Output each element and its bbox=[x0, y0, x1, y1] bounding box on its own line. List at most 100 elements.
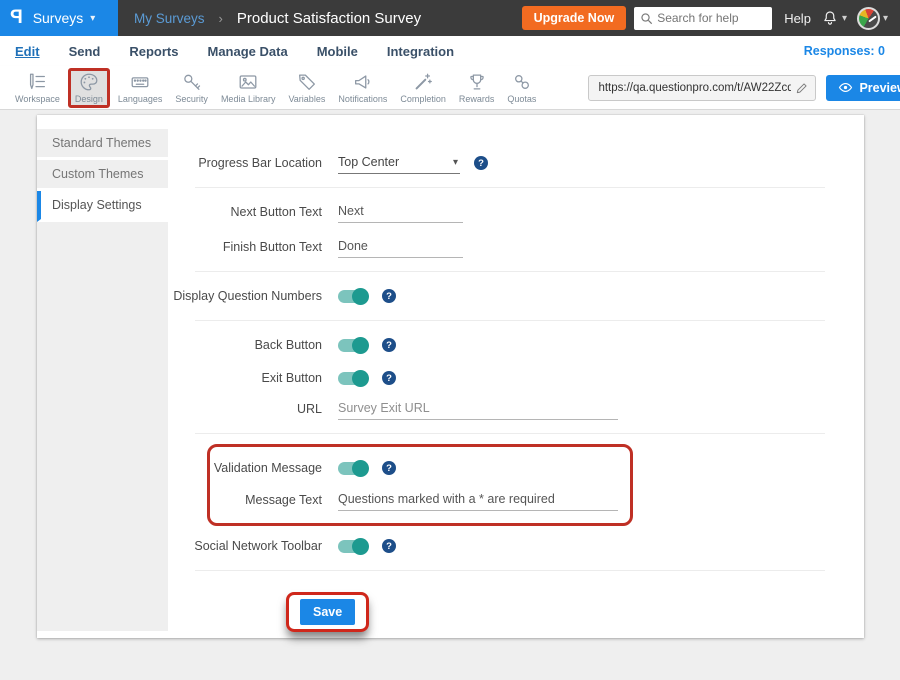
rewards-trophy-icon bbox=[466, 71, 488, 93]
toolbar-item-label: Completion bbox=[400, 94, 446, 104]
avatar bbox=[857, 7, 880, 30]
exit-url-input[interactable] bbox=[338, 398, 618, 420]
progress-bar-location-row: Progress Bar Location Top Center ▾ ? bbox=[168, 149, 844, 177]
eye-icon bbox=[838, 80, 853, 95]
toolbar-item-label: Rewards bbox=[459, 94, 495, 104]
finish-button-text-input[interactable] bbox=[338, 236, 463, 258]
toolbar-item-completion[interactable]: Completion bbox=[395, 69, 451, 106]
completion-wand-icon bbox=[412, 71, 434, 93]
toolbar-item-media-library[interactable]: Media Library bbox=[216, 69, 281, 106]
account-menu[interactable]: ▾ bbox=[857, 7, 888, 30]
help-search-input[interactable] bbox=[657, 11, 765, 25]
chevron-down-icon: ▾ bbox=[453, 157, 458, 168]
security-key-icon bbox=[181, 71, 203, 93]
help-icon[interactable]: ? bbox=[382, 539, 396, 553]
topbar-actions: Upgrade Now Help ▾ ▾ bbox=[522, 6, 900, 30]
next-button-text-input[interactable] bbox=[338, 201, 463, 223]
toolbar-item-notifications[interactable]: Notifications bbox=[333, 69, 392, 106]
toggle-knob bbox=[352, 337, 369, 354]
toolbar-item-quotas[interactable]: Quotas bbox=[502, 69, 541, 106]
help-search[interactable] bbox=[634, 7, 772, 30]
exit-button-label: Exit Button bbox=[168, 371, 322, 385]
validation-message-toggle[interactable] bbox=[338, 462, 368, 475]
chevron-down-icon: ▾ bbox=[883, 13, 888, 24]
finish-button-text-row: Finish Button Text bbox=[168, 233, 844, 261]
exit-url-row: URL bbox=[168, 395, 844, 423]
workspace-icon bbox=[26, 71, 48, 93]
toolbar-item-label: Media Library bbox=[221, 94, 276, 104]
next-button-text-label: Next Button Text bbox=[168, 205, 322, 219]
sidebar-item-custom-themes[interactable]: Custom Themes bbox=[37, 160, 168, 191]
chevron-down-icon: ▾ bbox=[842, 13, 847, 24]
sidebar-item-display-settings[interactable]: Display Settings bbox=[37, 191, 168, 222]
validation-annotation-box: Validation Message ? Message Text bbox=[207, 444, 633, 526]
social-network-toolbar-label: Social Network Toolbar bbox=[168, 539, 322, 553]
toolbar-item-label: Design bbox=[75, 94, 103, 104]
help-link[interactable]: Help bbox=[784, 11, 811, 26]
tab-integration[interactable]: Integration bbox=[387, 44, 454, 59]
search-icon bbox=[640, 12, 653, 25]
help-icon[interactable]: ? bbox=[382, 338, 396, 352]
sidebar-filler bbox=[37, 222, 168, 631]
survey-url-field[interactable]: https://qa.questionpro.com/t/AW22Zcq2J bbox=[588, 75, 816, 101]
preview-label: Preview bbox=[859, 81, 900, 95]
display-question-numbers-row: Display Question Numbers ? bbox=[168, 282, 844, 310]
edit-url-button[interactable] bbox=[795, 81, 809, 95]
survey-url-text: https://qa.questionpro.com/t/AW22Zcq2J bbox=[598, 82, 791, 94]
bell-icon bbox=[821, 9, 839, 27]
help-icon[interactable]: ? bbox=[474, 156, 488, 170]
toolbar-item-variables[interactable]: Variables bbox=[283, 69, 330, 106]
divider bbox=[195, 433, 825, 434]
chevron-down-icon: ▾ bbox=[90, 13, 95, 24]
tab-manage-data[interactable]: Manage Data bbox=[207, 44, 287, 59]
toolbar-item-design[interactable]: Design bbox=[68, 68, 110, 108]
validation-message-label: Validation Message bbox=[210, 461, 322, 475]
toolbar-item-rewards[interactable]: Rewards bbox=[454, 69, 500, 106]
save-annotation-box: Save bbox=[286, 592, 369, 632]
toolbar-item-label: Variables bbox=[288, 94, 325, 104]
help-icon[interactable]: ? bbox=[382, 371, 396, 385]
message-text-input[interactable] bbox=[338, 489, 618, 511]
upgrade-now-button[interactable]: Upgrade Now bbox=[522, 6, 627, 30]
variables-tag-icon bbox=[296, 71, 318, 93]
page-background: Standard Themes Custom Themes Display Se… bbox=[0, 110, 900, 679]
back-button-toggle[interactable] bbox=[338, 339, 368, 352]
exit-button-toggle[interactable] bbox=[338, 372, 368, 385]
display-settings-form: Progress Bar Location Top Center ▾ ? Nex… bbox=[168, 115, 864, 638]
toolbar-item-security[interactable]: Security bbox=[170, 69, 213, 106]
divider bbox=[195, 187, 825, 188]
toolbar-item-label: Quotas bbox=[507, 94, 536, 104]
toolbar-item-workspace[interactable]: Workspace bbox=[10, 69, 65, 106]
sidebar-item-standard-themes[interactable]: Standard Themes bbox=[37, 129, 168, 160]
tab-mobile[interactable]: Mobile bbox=[317, 44, 358, 59]
media-library-image-icon bbox=[237, 71, 259, 93]
notifications-menu[interactable]: ▾ bbox=[821, 9, 847, 27]
breadcrumb-my-surveys[interactable]: My Surveys bbox=[134, 11, 205, 26]
message-text-row: Message Text bbox=[210, 486, 630, 514]
themes-sidebar: Standard Themes Custom Themes Display Se… bbox=[37, 115, 168, 638]
page-title: Product Satisfaction Survey bbox=[237, 10, 421, 27]
responses-count[interactable]: Responses: 0 bbox=[804, 44, 885, 58]
toolbar-item-label: Notifications bbox=[338, 94, 387, 104]
tab-edit[interactable]: Edit bbox=[15, 44, 40, 59]
save-button[interactable]: Save bbox=[300, 599, 355, 625]
tab-reports[interactable]: Reports bbox=[129, 44, 178, 59]
tab-send[interactable]: Send bbox=[69, 44, 101, 59]
quotas-links-icon bbox=[511, 71, 533, 93]
exit-url-label: URL bbox=[168, 402, 322, 416]
help-icon[interactable]: ? bbox=[382, 289, 396, 303]
validation-message-row: Validation Message ? bbox=[210, 454, 630, 482]
toggle-knob bbox=[352, 288, 369, 305]
product-switcher[interactable]: P Surveys ▾ bbox=[0, 0, 118, 36]
edit-toolbar: Workspace Design Languages Security Medi… bbox=[0, 66, 900, 110]
toolbar-item-languages[interactable]: Languages bbox=[113, 69, 168, 106]
toolbar-item-label: Security bbox=[175, 94, 208, 104]
back-button-row: Back Button ? bbox=[168, 331, 844, 359]
help-icon[interactable]: ? bbox=[382, 461, 396, 475]
exit-button-row: Exit Button ? bbox=[168, 364, 844, 392]
progress-bar-location-select[interactable]: Top Center ▾ bbox=[338, 152, 460, 174]
preview-button[interactable]: Preview bbox=[826, 75, 900, 101]
social-network-toolbar-toggle[interactable] bbox=[338, 540, 368, 553]
divider bbox=[195, 570, 825, 571]
display-question-numbers-toggle[interactable] bbox=[338, 290, 368, 303]
